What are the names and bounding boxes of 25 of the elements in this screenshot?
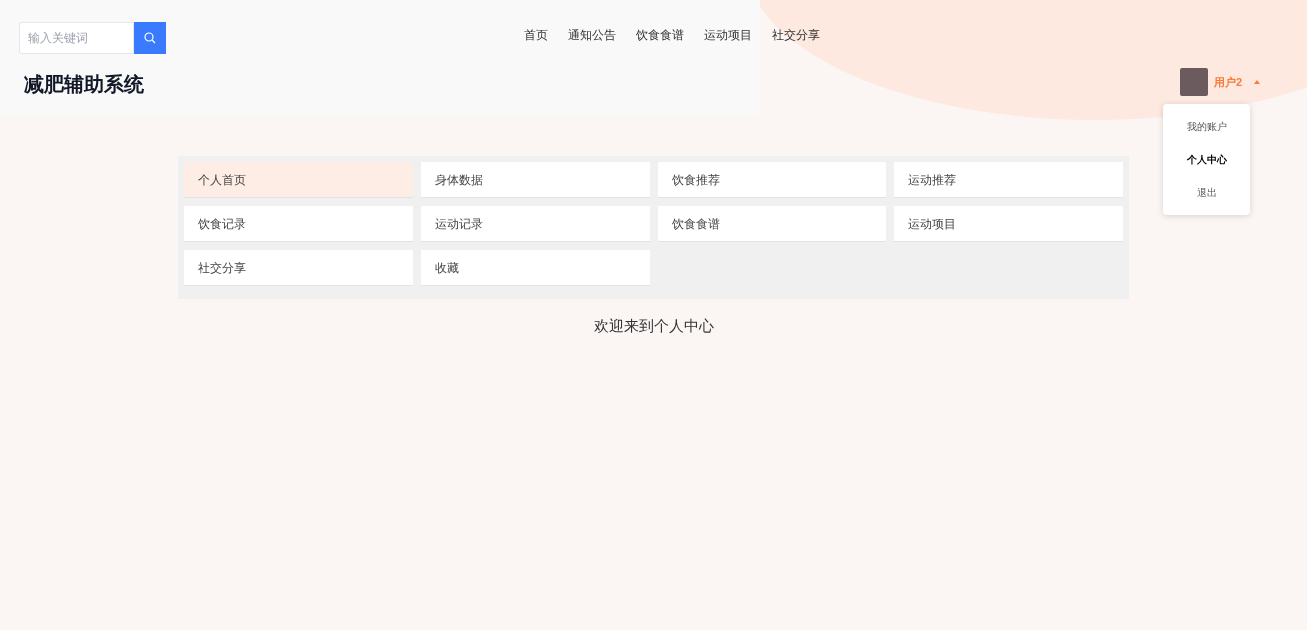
search-button[interactable] (134, 22, 166, 54)
menu-item[interactable]: 退出 (1163, 176, 1250, 209)
nav-link[interactable]: 首页 (514, 26, 558, 44)
menu-item[interactable]: 我的账户 (1163, 110, 1250, 143)
menu-item[interactable]: 个人首页 (184, 162, 413, 198)
menu-item[interactable]: 运动项目 (894, 206, 1123, 242)
menu-item[interactable]: 运动记录 (420, 206, 650, 242)
nav-link[interactable]: 通知公告 (558, 26, 626, 44)
nav-link[interactable]: 运动项目 (694, 26, 762, 44)
menu-item[interactable]: 社交分享 (184, 250, 413, 286)
avatar (1180, 68, 1208, 96)
menu-item[interactable]: 饮食记录 (184, 206, 413, 242)
menu-item[interactable]: 饮食推荐 (657, 162, 887, 198)
site-title: 减肥辅助系统 (24, 74, 144, 94)
menu-item[interactable]: 饮食食谱 (657, 206, 887, 242)
menu-item[interactable]: 身体数据 (420, 162, 650, 198)
menu-item[interactable]: 个人中心 (1163, 143, 1250, 176)
search-icon (144, 32, 156, 44)
menu-item[interactable]: 收藏 (420, 250, 650, 286)
nav-link[interactable]: 饮食食谱 (626, 26, 694, 44)
caret-icon[interactable] (1254, 80, 1261, 84)
search-field[interactable]: 输入关键词 (19, 22, 134, 54)
welcome-text: 欢迎来到个人中心 (593, 316, 714, 336)
menu-item[interactable]: 运动推荐 (894, 162, 1123, 198)
nav-link[interactable]: 社交分享 (762, 26, 830, 44)
